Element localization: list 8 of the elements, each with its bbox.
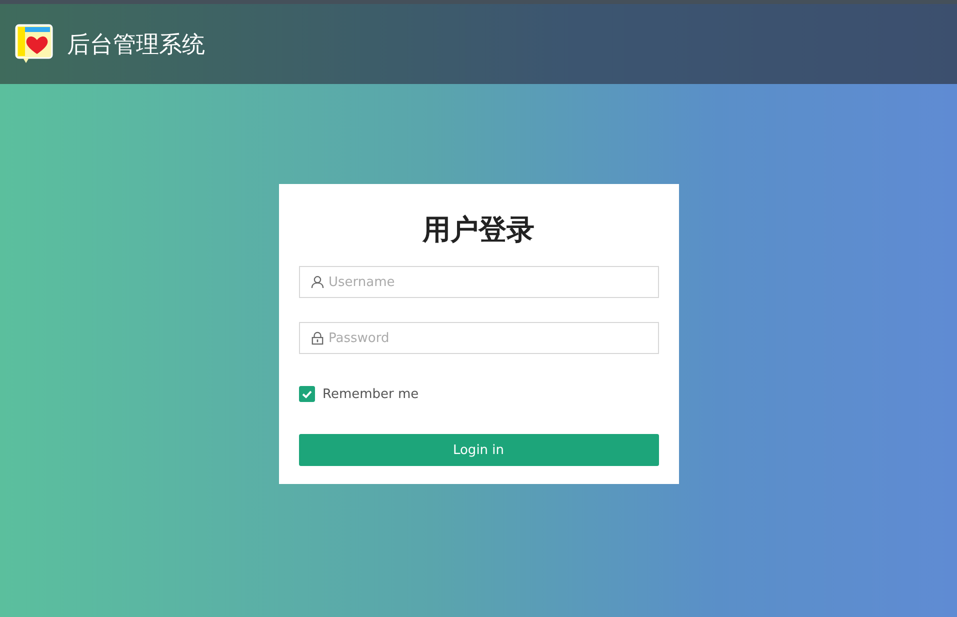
remember-label: Remember me [322,386,419,402]
app-title: 后台管理系统 [67,30,205,60]
password-field[interactable]: Password [298,322,658,354]
heart-logo-icon [15,24,53,64]
remember-checkbox[interactable] [298,386,314,402]
login-button[interactable]: Login in [298,434,658,466]
username-field[interactable]: Username [298,266,658,298]
login-title: 用户登录 [422,212,534,248]
